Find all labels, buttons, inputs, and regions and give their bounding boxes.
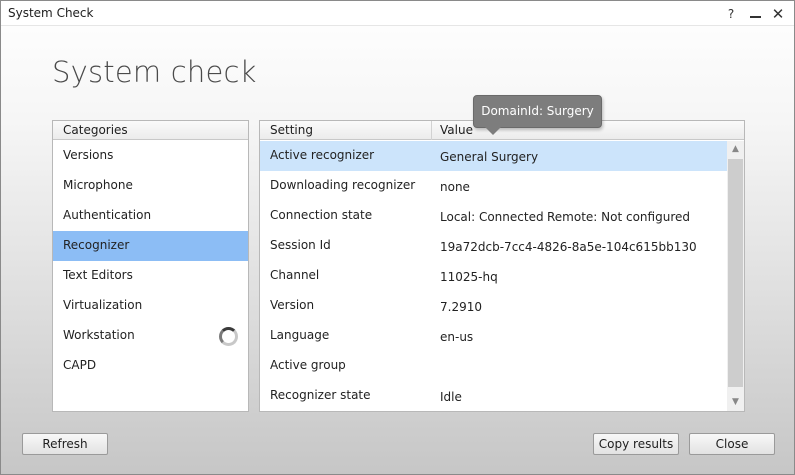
category-workstation-label: Workstation — [63, 328, 135, 342]
close-button[interactable]: Close — [689, 433, 775, 455]
setting-value: 11025-hq — [440, 270, 498, 284]
table-row[interactable]: Recognizer state Idle — [260, 381, 727, 411]
scroll-down-icon[interactable]: ▼ — [727, 394, 744, 411]
page-title: System check — [52, 55, 257, 89]
setting-value: Idle — [440, 390, 462, 404]
setting-name: Connection state — [270, 208, 373, 222]
setting-name: Session Id — [270, 238, 331, 252]
vertical-scrollbar[interactable]: ▲ ▼ — [727, 141, 744, 411]
table-row[interactable]: Language en-us — [260, 321, 727, 351]
setting-value: 7.2910 — [440, 300, 482, 314]
help-button[interactable]: ? — [721, 4, 741, 24]
tooltip-pointer — [485, 127, 501, 135]
close-window-button[interactable]: ✕ — [768, 4, 788, 24]
setting-name: Active recognizer — [270, 148, 375, 162]
setting-name: Channel — [270, 268, 320, 282]
table-row[interactable]: Downloading recognizer none — [260, 171, 727, 201]
setting-name: Downloading recognizer — [270, 178, 416, 192]
column-header-setting[interactable]: Setting — [270, 123, 313, 137]
copy-results-button[interactable]: Copy results — [593, 433, 679, 455]
category-versions[interactable]: Versions — [53, 141, 248, 171]
setting-name: Language — [270, 328, 330, 342]
system-check-window: System Check ? ✕ System check Categories… — [0, 0, 795, 475]
category-authentication[interactable]: Authentication — [53, 201, 248, 231]
minimize-button[interactable] — [745, 4, 765, 24]
minimize-icon — [749, 16, 761, 18]
refresh-button[interactable]: Refresh — [22, 433, 108, 455]
category-text-editors[interactable]: Text Editors — [53, 261, 248, 291]
setting-value: 19a72dcb-7cc4-4826-8a5e-104c615bb130 — [440, 240, 697, 254]
table-row[interactable]: Active recognizer General Surgery — [260, 141, 727, 171]
categories-header: Categories — [53, 121, 248, 140]
category-recognizer[interactable]: Recognizer — [53, 231, 248, 261]
category-workstation[interactable]: Workstation — [53, 321, 248, 351]
tooltip: DomainId: Surgery — [473, 95, 602, 128]
setting-name: Recognizer state — [270, 388, 371, 402]
table-row[interactable]: Connection state Local: Connected Remote… — [260, 201, 727, 231]
category-capd[interactable]: CAPD — [53, 351, 248, 381]
setting-name: Active group — [270, 358, 346, 372]
setting-name: Version — [270, 298, 315, 312]
setting-value: Local: Connected — [440, 210, 544, 224]
setting-value: General Surgery — [440, 150, 539, 164]
table-row[interactable]: Active group — [260, 351, 727, 381]
scroll-thumb[interactable] — [728, 159, 743, 387]
setting-value: en-us — [440, 330, 474, 344]
loading-spinner-icon — [219, 327, 238, 346]
category-virtualization[interactable]: Virtualization — [53, 291, 248, 321]
scroll-up-icon[interactable]: ▲ — [727, 141, 744, 158]
table-row[interactable]: Channel 11025-hq — [260, 261, 727, 291]
title-bar: System Check ? ✕ — [1, 1, 794, 26]
category-microphone[interactable]: Microphone — [53, 171, 248, 201]
setting-value: none — [440, 180, 470, 194]
setting-value-secondary: Remote: Not configured — [547, 210, 690, 224]
column-divider — [431, 121, 432, 140]
column-header-value[interactable]: Value — [440, 123, 473, 137]
table-row[interactable]: Version 7.2910 — [260, 291, 727, 321]
window-title: System Check — [8, 6, 94, 20]
categories-list: Categories Versions Microphone Authentic… — [52, 120, 249, 412]
table-row[interactable]: Session Id 19a72dcb-7cc4-4826-8a5e-104c6… — [260, 231, 727, 261]
settings-table: Setting Value Active recognizer General … — [259, 120, 745, 412]
